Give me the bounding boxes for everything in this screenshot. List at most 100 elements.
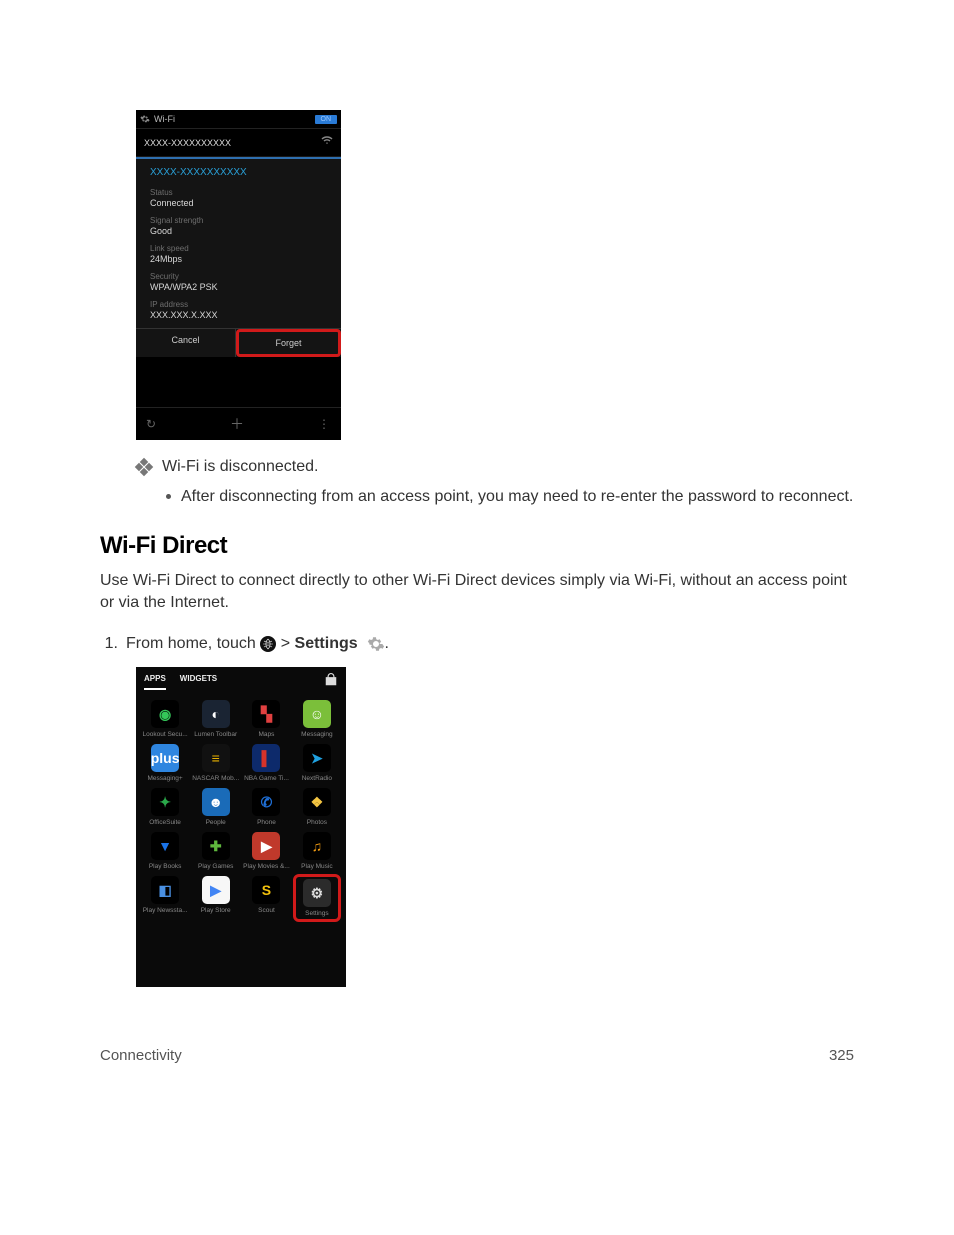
link-label: Link speed [150,244,327,253]
app-label: Settings [297,910,337,917]
app-lumen-toolbar[interactable]: ◐ Lumen Toolbar [192,700,239,738]
signal-value: Good [150,226,327,236]
app-label: Play Books [142,863,188,870]
app-icon: plus [151,744,179,772]
app-icon: ❖ [303,788,331,816]
app-label: Play Newssta... [142,907,188,914]
app-messaging[interactable]: ☺ Messaging [294,700,340,738]
app-nascar-mob[interactable]: ≡ NASCAR Mob... [192,744,239,782]
bullet-icon [166,494,171,499]
app-officesuite[interactable]: ✦ OfficeSuite [142,788,188,826]
app-messaging[interactable]: plusMessaging+ [142,744,188,782]
wifi-details-dialog: XXXX-XXXXXXXXXX StatusConnected Signal s… [136,157,341,357]
step-text-pre: From home, touch [126,635,260,652]
footer-page-number: 325 [829,1047,854,1064]
page-footer: Connectivity 325 [100,1047,854,1064]
app-people[interactable]: ☻People [192,788,239,826]
app-label: Lookout Secu... [142,731,188,738]
app-drawer-screenshot: APPS WIDGETS ◉ Lookout Secu... ◐ Lumen Tool… [136,667,346,987]
app-label: Messaging [294,731,340,738]
app-icon: ▼ [151,832,179,860]
app-label: Play Movies &... [243,863,290,870]
app-drawer-tabs: APPS WIDGETS [136,667,346,690]
app-scout[interactable]: S Scout [243,876,290,920]
app-label: NextRadio [294,775,340,782]
tab-widgets[interactable]: WIDGETS [180,674,217,690]
footer-section: Connectivity [100,1047,182,1064]
app-label: Maps [243,731,290,738]
shop-icon[interactable] [324,673,338,690]
app-label: People [192,819,239,826]
result-text: Wi-Fi is disconnected. [162,458,319,476]
wps-icon[interactable]: ↻ [146,417,156,431]
app-play-store[interactable]: ▶Play Store [192,876,239,920]
app-label: OfficeSuite [142,819,188,826]
app-icon: ✆ [252,788,280,816]
status-value: Connected [150,198,327,208]
app-icon: ▶ [252,832,280,860]
app-icon: ≡ [202,744,230,772]
app-label: Phone [243,819,290,826]
wifi-network-name: XXXX-XXXXXXXXXX [144,138,231,148]
app-photos[interactable]: ❖ Photos [294,788,340,826]
app-label: Play Music [294,863,340,870]
app-label: Play Games [192,863,239,870]
app-play-music[interactable]: ♫ Play Music [294,832,340,870]
dialog-network-name: XXXX-XXXXXXXXXX [136,159,341,184]
forget-button[interactable]: Forget [236,329,341,357]
tab-apps[interactable]: APPS [144,674,166,690]
app-play-games[interactable]: ✚ Play Games [192,832,239,870]
wifi-title: Wi-Fi [154,114,175,124]
apps-globe-icon [260,636,276,652]
app-settings[interactable]: ⚙ Settings [293,874,341,922]
wifi-toggle-on[interactable]: ON [315,115,338,124]
app-maps[interactable]: ▚ Maps [243,700,290,738]
section-heading-wifi-direct: Wi-Fi Direct [100,532,854,560]
settings-gear-icon [367,635,385,653]
ip-label: IP address [150,300,327,309]
app-label: NASCAR Mob... [192,775,239,782]
app-icon: ✚ [202,832,230,860]
app-icon: ➤ [303,744,331,772]
app-phone[interactable]: ✆ Phone [243,788,290,826]
app-icon: ◐ [202,700,230,728]
wifi-network-row[interactable]: XXXX-XXXXXXXXXX [136,129,341,157]
app-label: Play Store [192,907,239,914]
link-value: 24Mbps [150,254,327,264]
app-nba-game-ti[interactable]: ▌NBA Game Ti... [243,744,290,782]
gear-icon [140,114,150,124]
security-value: WPA/WPA2 PSK [150,282,327,292]
app-label: Scout [243,907,290,914]
app-play-books[interactable]: ▼ Play Books [142,832,188,870]
app-icon: ▚ [252,700,280,728]
app-icon: ▌ [252,744,280,772]
add-network-icon[interactable]: ＋ [230,414,244,434]
step-settings-word: Settings [295,635,358,652]
step-number: 1. [100,635,118,653]
app-play-movies[interactable]: ▶ Play Movies &... [243,832,290,870]
cancel-button[interactable]: Cancel [136,329,235,357]
app-icon: ◉ [151,700,179,728]
status-label: Status [150,188,327,197]
app-play-newssta[interactable]: ◧ Play Newssta... [142,876,188,920]
app-nextradio[interactable]: ➤ NextRadio [294,744,340,782]
app-icon: ✦ [151,788,179,816]
app-icon: ☺ [303,700,331,728]
wifi-dialog-screenshot: Wi-Fi ON XXXX-XXXXXXXXXX XXXX-XXXXXXXXXX… [136,110,341,440]
step-gt: > [281,635,295,652]
security-label: Security [150,272,327,281]
app-icon: ◧ [151,876,179,904]
app-label: Lumen Toolbar [192,731,239,738]
signal-label: Signal strength [150,216,327,225]
section-paragraph: Use Wi-Fi Direct to connect directly to … [100,570,854,613]
step-text-post: . [385,635,389,652]
wifi-titlebar: Wi-Fi ON [136,110,341,129]
overflow-menu-icon[interactable]: ⋮ [318,417,331,431]
app-icon: ♫ [303,832,331,860]
app-lookout-secu[interactable]: ◉ Lookout Secu... [142,700,188,738]
app-label: Photos [294,819,340,826]
app-icon: S [252,876,280,904]
app-icon: ⚙ [303,879,331,907]
result-indicator-icon [136,459,152,475]
step-content: From home, touch > Settings . [126,635,389,653]
